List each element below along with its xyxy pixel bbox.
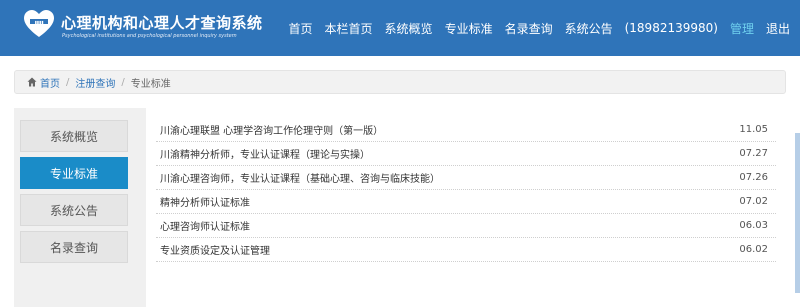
- sidebar-item-announcements[interactable]: 系统公告: [20, 194, 128, 226]
- brand-subtitle: Psychological institutions and psycholog…: [62, 33, 237, 39]
- sidebar-item-overview[interactable]: 系统概览: [20, 120, 128, 152]
- article-title[interactable]: 专业资质设定及认证管理: [160, 242, 270, 257]
- breadcrumb-separator: /: [66, 76, 70, 88]
- sidebar-item-directory[interactable]: 名录查询: [20, 231, 128, 263]
- article-date: 07.02: [739, 196, 768, 207]
- home-icon[interactable]: [27, 77, 37, 87]
- article-title[interactable]: 川渝心理咨询师，专业认证课程（基础心理、咨询与临床技能）: [160, 170, 440, 185]
- article-date: 06.02: [739, 244, 768, 255]
- list-item[interactable]: 专业资质设定及认证管理 06.02: [156, 238, 776, 262]
- article-date: 06.03: [739, 220, 768, 231]
- nav-admin[interactable]: 管理: [730, 20, 754, 37]
- scroll-indicator[interactable]: [795, 133, 800, 293]
- list-item[interactable]: 精神分析师认证标准 07.02: [156, 190, 776, 214]
- nav-section-home[interactable]: 本栏首页: [325, 20, 373, 37]
- top-header: ▮▮▮▮ 心理机构和心理人才查询系统 Psychological institu…: [0, 0, 800, 56]
- nav-directory[interactable]: 名录查询: [505, 20, 553, 37]
- article-date: 07.26: [739, 172, 768, 183]
- svg-text:▮▮▮▮: ▮▮▮▮: [35, 19, 44, 24]
- breadcrumb-current: 专业标准: [130, 78, 171, 90]
- breadcrumb-separator: /: [121, 76, 125, 88]
- breadcrumb-home[interactable]: 首页: [40, 75, 60, 90]
- breadcrumb-registry[interactable]: 注册查询: [75, 75, 115, 90]
- nav-standards[interactable]: 专业标准: [445, 20, 493, 37]
- article-date: 11.05: [739, 124, 768, 135]
- nav-logout[interactable]: 退出: [766, 20, 790, 37]
- list-item[interactable]: 川渝心理联盟 心理学咨询工作伦理守则（第一版） 11.05: [156, 118, 776, 142]
- article-title[interactable]: 精神分析师认证标准: [160, 194, 250, 209]
- sidebar: 系统概览 专业标准 系统公告 名录查询: [14, 108, 146, 307]
- main-nav: 首页 本栏首页 系统概览 专业标准 名录查询 系统公告 (18982139980…: [277, 0, 790, 56]
- list-item[interactable]: 心理咨询师认证标准 06.03: [156, 214, 776, 238]
- article-list: 川渝心理联盟 心理学咨询工作伦理守则（第一版） 11.05 川渝精神分析师，专业…: [146, 108, 786, 307]
- breadcrumb: 首页 / 注册查询 / 专业标准: [14, 70, 786, 94]
- sidebar-item-standards[interactable]: 专业标准: [20, 157, 128, 189]
- article-title[interactable]: 川渝精神分析师，专业认证课程（理论与实操）: [160, 146, 370, 161]
- article-title[interactable]: 心理咨询师认证标准: [160, 218, 250, 233]
- list-item[interactable]: 川渝精神分析师，专业认证课程（理论与实操） 07.27: [156, 142, 776, 166]
- nav-overview[interactable]: 系统概览: [385, 20, 433, 37]
- brand-title: 心理机构和心理人才查询系统: [61, 14, 263, 32]
- nav-announcements[interactable]: 系统公告: [565, 20, 613, 37]
- nav-home[interactable]: 首页: [289, 20, 313, 37]
- list-item[interactable]: 川渝心理咨询师，专业认证课程（基础心理、咨询与临床技能） 07.26: [156, 166, 776, 190]
- article-date: 07.27: [739, 148, 768, 159]
- article-title[interactable]: 川渝心理联盟 心理学咨询工作伦理守则（第一版）: [160, 122, 383, 137]
- heart-shield-icon[interactable]: ▮▮▮▮: [22, 9, 56, 39]
- nav-user-phone[interactable]: (18982139980): [625, 21, 718, 35]
